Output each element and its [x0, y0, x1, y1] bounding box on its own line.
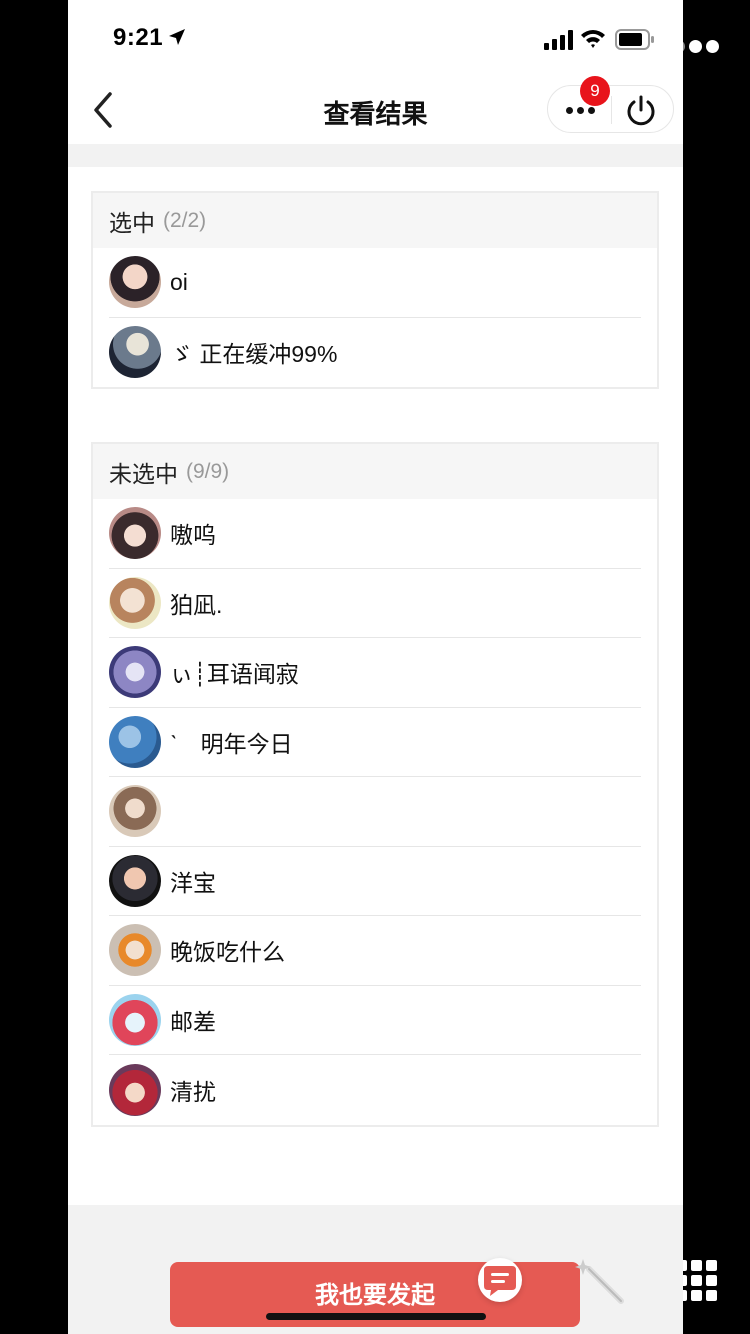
- avatar: [109, 507, 161, 560]
- avatar: [109, 1063, 161, 1116]
- list-item[interactable]: ˋ 明年今日: [109, 708, 641, 777]
- avatar: [109, 256, 161, 309]
- navigation-bar: 查看结果 9: [68, 76, 683, 144]
- avatar: [109, 993, 161, 1046]
- more-dot-icon: [587, 106, 595, 114]
- more-dot-icon: [565, 106, 573, 114]
- selected-title: 选中: [109, 209, 155, 236]
- member-name: 晚饭吃什么: [170, 939, 285, 966]
- avatar: [109, 576, 161, 629]
- member-name: 邮差: [170, 1008, 216, 1035]
- battery-icon: [615, 29, 654, 50]
- member-name: ゞ 正在缓冲99%: [170, 341, 338, 368]
- member-name: 清扰: [170, 1078, 216, 1105]
- location-arrow-icon: [169, 29, 185, 45]
- avatar: [109, 715, 161, 768]
- member-name: 嗷呜: [170, 522, 216, 549]
- unselected-list: 嗷呜 狛凪. ぃ┊耳语闻寂 ˋ 明年今日 洋宝 晚饭吃什么 邮差 清扰: [93, 499, 657, 1125]
- list-item[interactable]: ゞ 正在缓冲99%: [109, 318, 641, 388]
- unselected-section: 未选中 (9/9) 嗷呜 狛凪. ぃ┊耳语闻寂 ˋ 明年今日 洋宝 晚饭吃什么 …: [91, 442, 659, 1127]
- member-name: 狛凪.: [170, 591, 223, 618]
- header-separator: [68, 144, 683, 167]
- avatar: [109, 924, 161, 977]
- avatar: [109, 326, 161, 379]
- avatar: [109, 854, 161, 907]
- list-item[interactable]: 狛凪.: [109, 569, 641, 638]
- selected-count: (2/2): [163, 208, 207, 232]
- unselected-title: 未选中: [109, 460, 178, 487]
- member-name: 洋宝: [170, 869, 216, 896]
- list-item[interactable]: oi: [109, 248, 641, 318]
- unselected-header: 未选中 (9/9): [93, 444, 657, 499]
- list-item[interactable]: ぃ┊耳语闻寂: [109, 638, 641, 708]
- list-item[interactable]: 邮差: [109, 986, 641, 1055]
- status-bar: 9:21: [68, 0, 683, 80]
- list-item[interactable]: 嗷呜: [109, 499, 641, 569]
- floating-chat-button[interactable]: [478, 1258, 522, 1302]
- avatar: [109, 646, 161, 699]
- home-indicator: [266, 1313, 486, 1320]
- phone-screen: 9:21 查看结果 9 选中 (2/2) oi ゞ 正在缓冲99% 未选中 (9…: [68, 0, 683, 1334]
- miniprogram-capsule: 9: [547, 76, 674, 133]
- list-item[interactable]: [109, 777, 641, 847]
- capsule-divider: [611, 96, 612, 124]
- status-time: 9:21: [113, 24, 164, 51]
- selected-section: 选中 (2/2) oi ゞ 正在缓冲99%: [91, 191, 659, 389]
- notification-badge: 9: [580, 76, 610, 106]
- more-dot-icon: [576, 106, 584, 114]
- list-item[interactable]: 洋宝: [109, 847, 641, 916]
- unselected-count: (9/9): [186, 459, 230, 483]
- avatar: [109, 785, 161, 838]
- magic-wand-icon[interactable]: [575, 1255, 625, 1305]
- member-name: ぃ┊耳语闻寂: [170, 661, 299, 688]
- member-name: oi: [170, 268, 188, 295]
- list-item[interactable]: 清扰: [109, 1055, 641, 1125]
- selected-header: 选中 (2/2): [93, 193, 657, 248]
- member-name: ˋ 明年今日: [170, 730, 293, 757]
- selected-list: oi ゞ 正在缓冲99%: [93, 248, 657, 387]
- cellular-signal-icon: [544, 30, 573, 50]
- chat-bubble-icon: [484, 1266, 516, 1296]
- wifi-icon: [581, 30, 605, 48]
- list-item[interactable]: 晚饭吃什么: [109, 916, 641, 986]
- close-power-icon[interactable]: [624, 94, 658, 128]
